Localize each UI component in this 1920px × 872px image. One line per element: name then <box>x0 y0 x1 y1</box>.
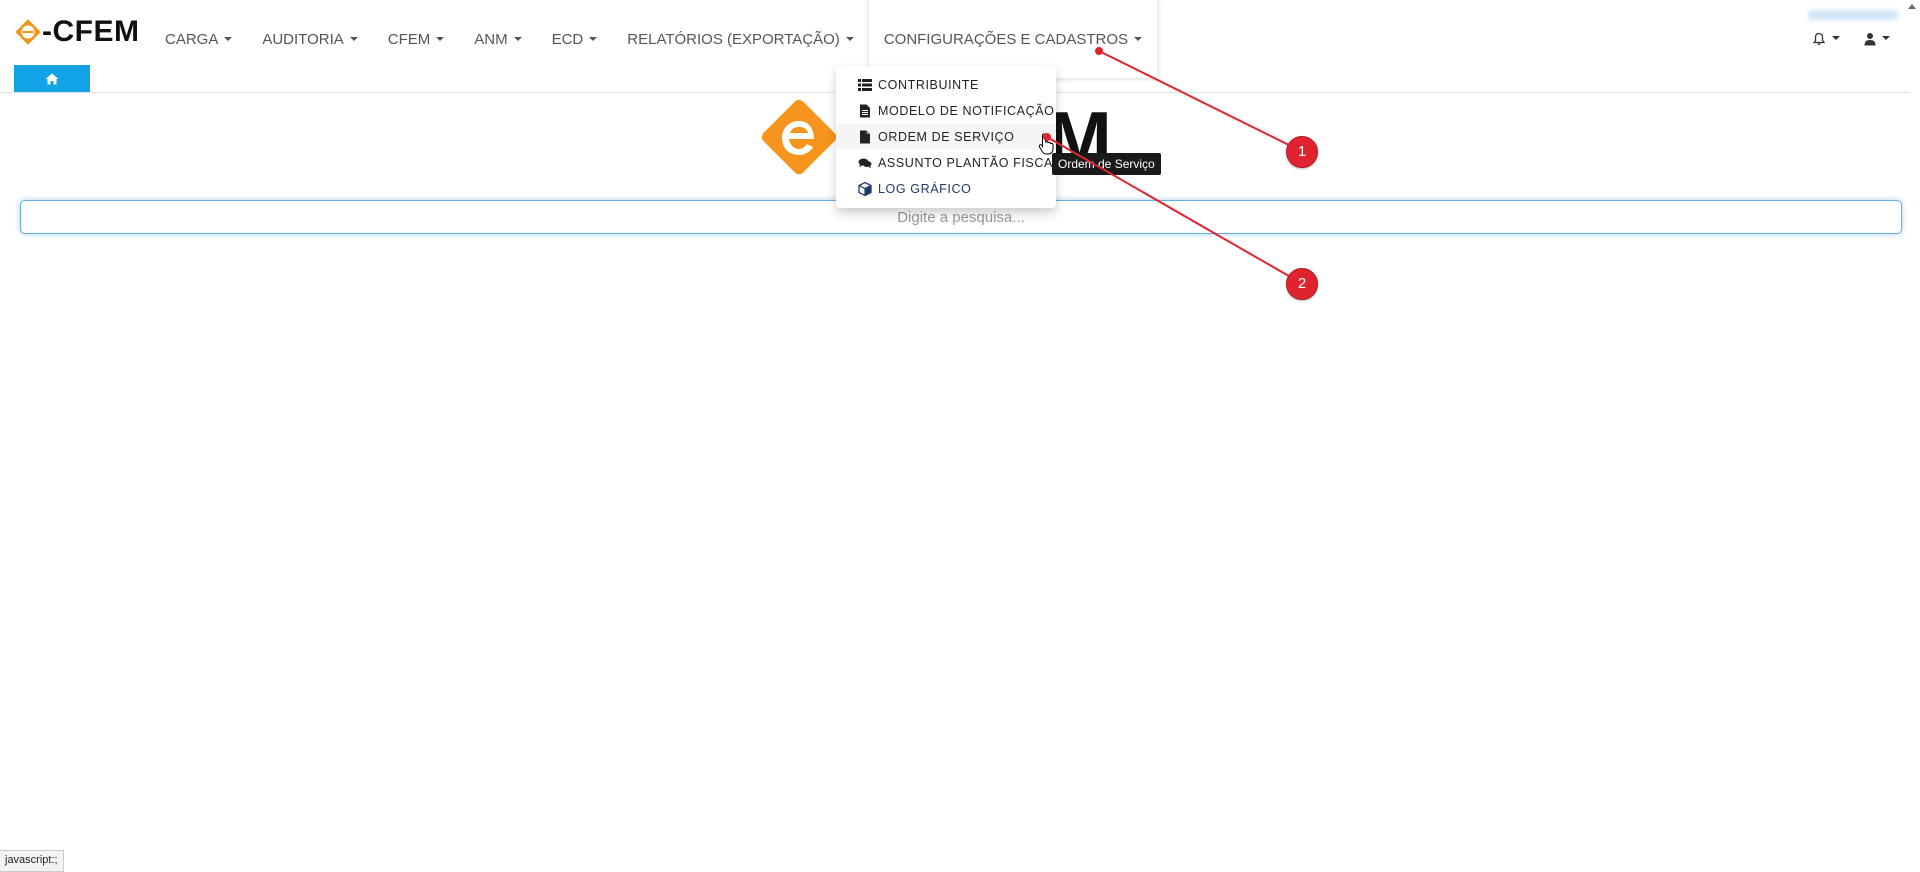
annotation-marker-1: 1 <box>1286 136 1318 168</box>
annotation-lines <box>1043 47 1302 284</box>
annotation-marker-2: 2 <box>1286 268 1318 300</box>
browser-status-bar: javascript:; <box>0 850 64 872</box>
